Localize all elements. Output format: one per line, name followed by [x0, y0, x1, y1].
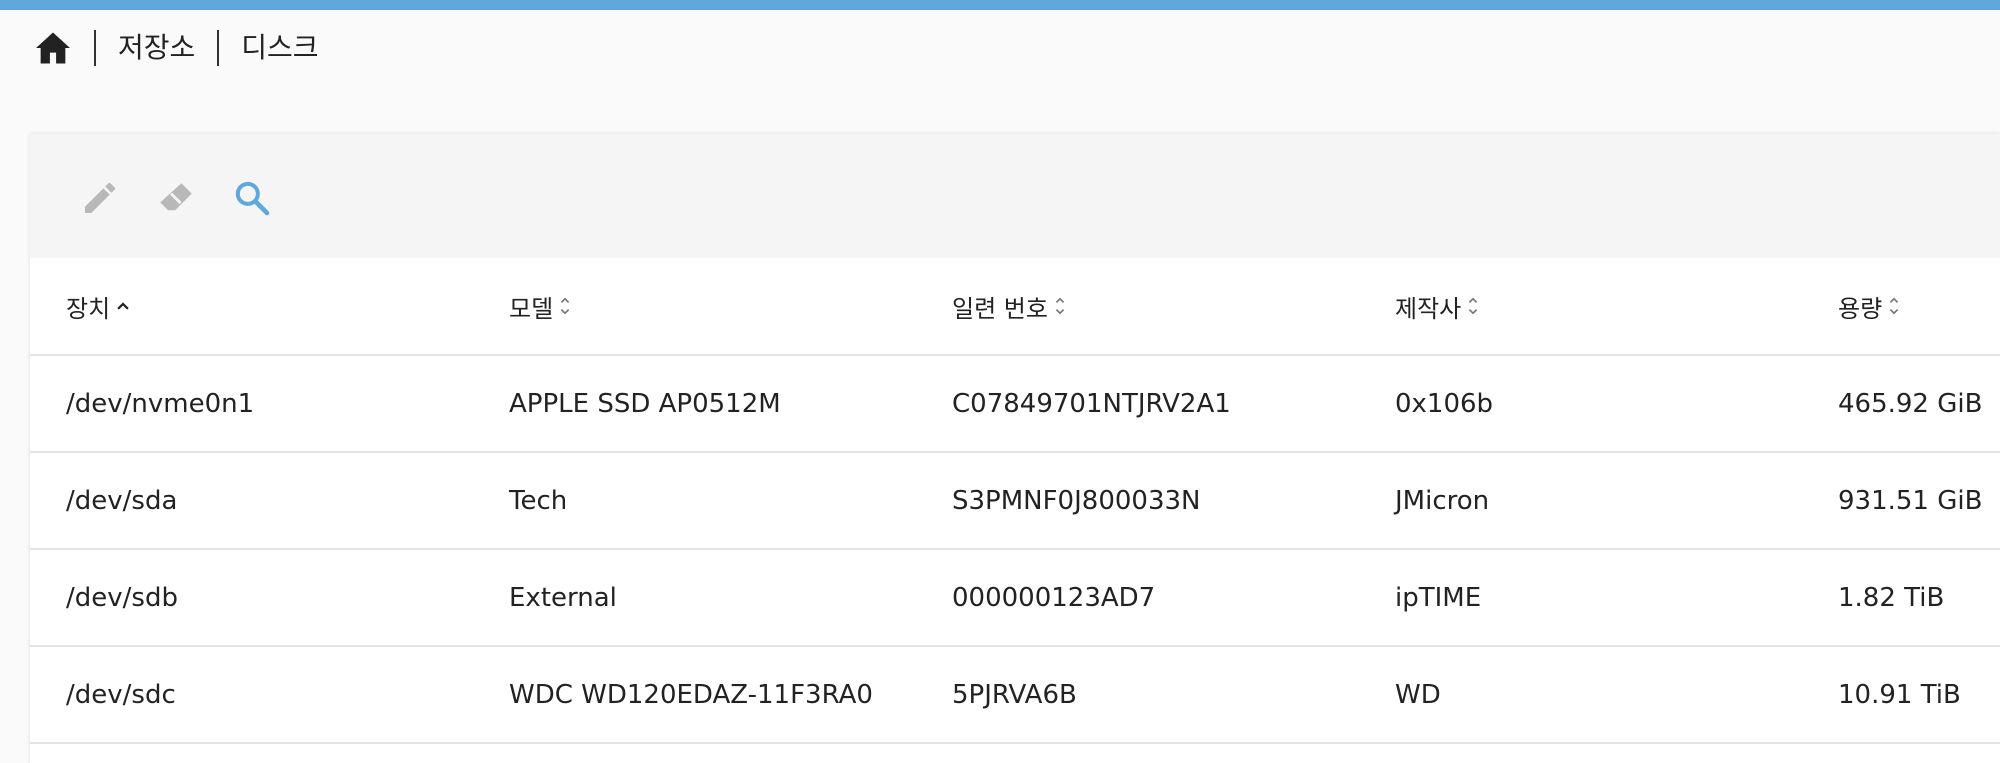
sort-unsorted-icon [1467, 294, 1479, 318]
column-header-capacity[interactable]: 용량 [1838, 258, 1900, 354]
column-header-model[interactable]: 모델 [509, 258, 571, 354]
cell-device: /dev/sda [66, 485, 178, 516]
sort-unsorted-icon [1888, 294, 1900, 318]
cell-capacity: 10.91 TiB [1838, 679, 1961, 710]
disks-panel: 장치 모델 일련 번호 제작사 용량 /dev/nvme0n1 APPLE SS… [30, 134, 2000, 763]
cell-capacity: 931.51 GiB [1838, 485, 1983, 516]
cell-device: /dev/sdc [66, 679, 176, 710]
home-icon[interactable] [34, 29, 72, 67]
breadcrumb: 저장소 디스크 [34, 28, 319, 68]
column-header-device[interactable]: 장치 [66, 258, 130, 354]
edit-button[interactable] [78, 176, 122, 220]
cell-model: Tech [509, 485, 568, 516]
table-row[interactable]: /dev/sda Tech S3PMNF0J800033N JMicron 93… [30, 453, 2000, 550]
cell-device: /dev/sdb [66, 582, 178, 613]
column-header-vendor[interactable]: 제작사 [1395, 258, 1479, 354]
cell-model: WDC WD120EDAZ-11F3RA0 [509, 679, 873, 710]
sort-unsorted-icon [559, 294, 571, 318]
cell-capacity: 1.82 TiB [1838, 582, 1945, 613]
clear-button[interactable] [154, 176, 198, 220]
column-header-serial[interactable]: 일련 번호 [952, 258, 1066, 354]
cell-serial: S3PMNF0J800033N [952, 485, 1201, 516]
cell-vendor: ipTIME [1395, 582, 1482, 613]
sort-unsorted-icon [1054, 294, 1066, 318]
toolbar [30, 134, 2000, 258]
eraser-icon [160, 183, 192, 211]
pencil-icon [85, 182, 116, 213]
breadcrumb-storage[interactable]: 저장소 [118, 28, 195, 68]
cell-serial: 5PJRVA6B [952, 679, 1077, 710]
cell-capacity: 465.92 GiB [1838, 388, 1983, 419]
sort-ascending-icon [116, 299, 130, 313]
breadcrumb-separator [217, 30, 220, 66]
table-header: 장치 모델 일련 번호 제작사 용량 [30, 258, 2000, 356]
cell-serial: C07849701NTJRV2A1 [952, 388, 1231, 419]
table-row[interactable]: /dev/sdc WDC WD120EDAZ-11F3RA0 5PJRVA6B … [30, 647, 2000, 744]
cell-serial: 000000123AD7 [952, 582, 1156, 613]
cell-model: External [509, 582, 617, 613]
table-row[interactable]: /dev/nvme0n1 APPLE SSD AP0512M C07849701… [30, 356, 2000, 453]
breadcrumb-disks[interactable]: 디스크 [241, 28, 318, 68]
cell-model: APPLE SSD AP0512M [509, 388, 781, 419]
breadcrumb-separator [94, 30, 96, 66]
table-row[interactable]: /dev/sdb External 000000123AD7 ipTIME 1.… [30, 550, 2000, 647]
disks-table: 장치 모델 일련 번호 제작사 용량 /dev/nvme0n1 APPLE SS… [30, 258, 2000, 744]
cell-vendor: WD [1395, 679, 1441, 710]
cell-vendor: 0x106b [1395, 388, 1494, 419]
cell-vendor: JMicron [1395, 485, 1490, 516]
search-button[interactable] [230, 176, 274, 220]
top-accent-bar [0, 0, 2000, 10]
search-icon [235, 181, 270, 216]
cell-device: /dev/nvme0n1 [66, 388, 255, 419]
